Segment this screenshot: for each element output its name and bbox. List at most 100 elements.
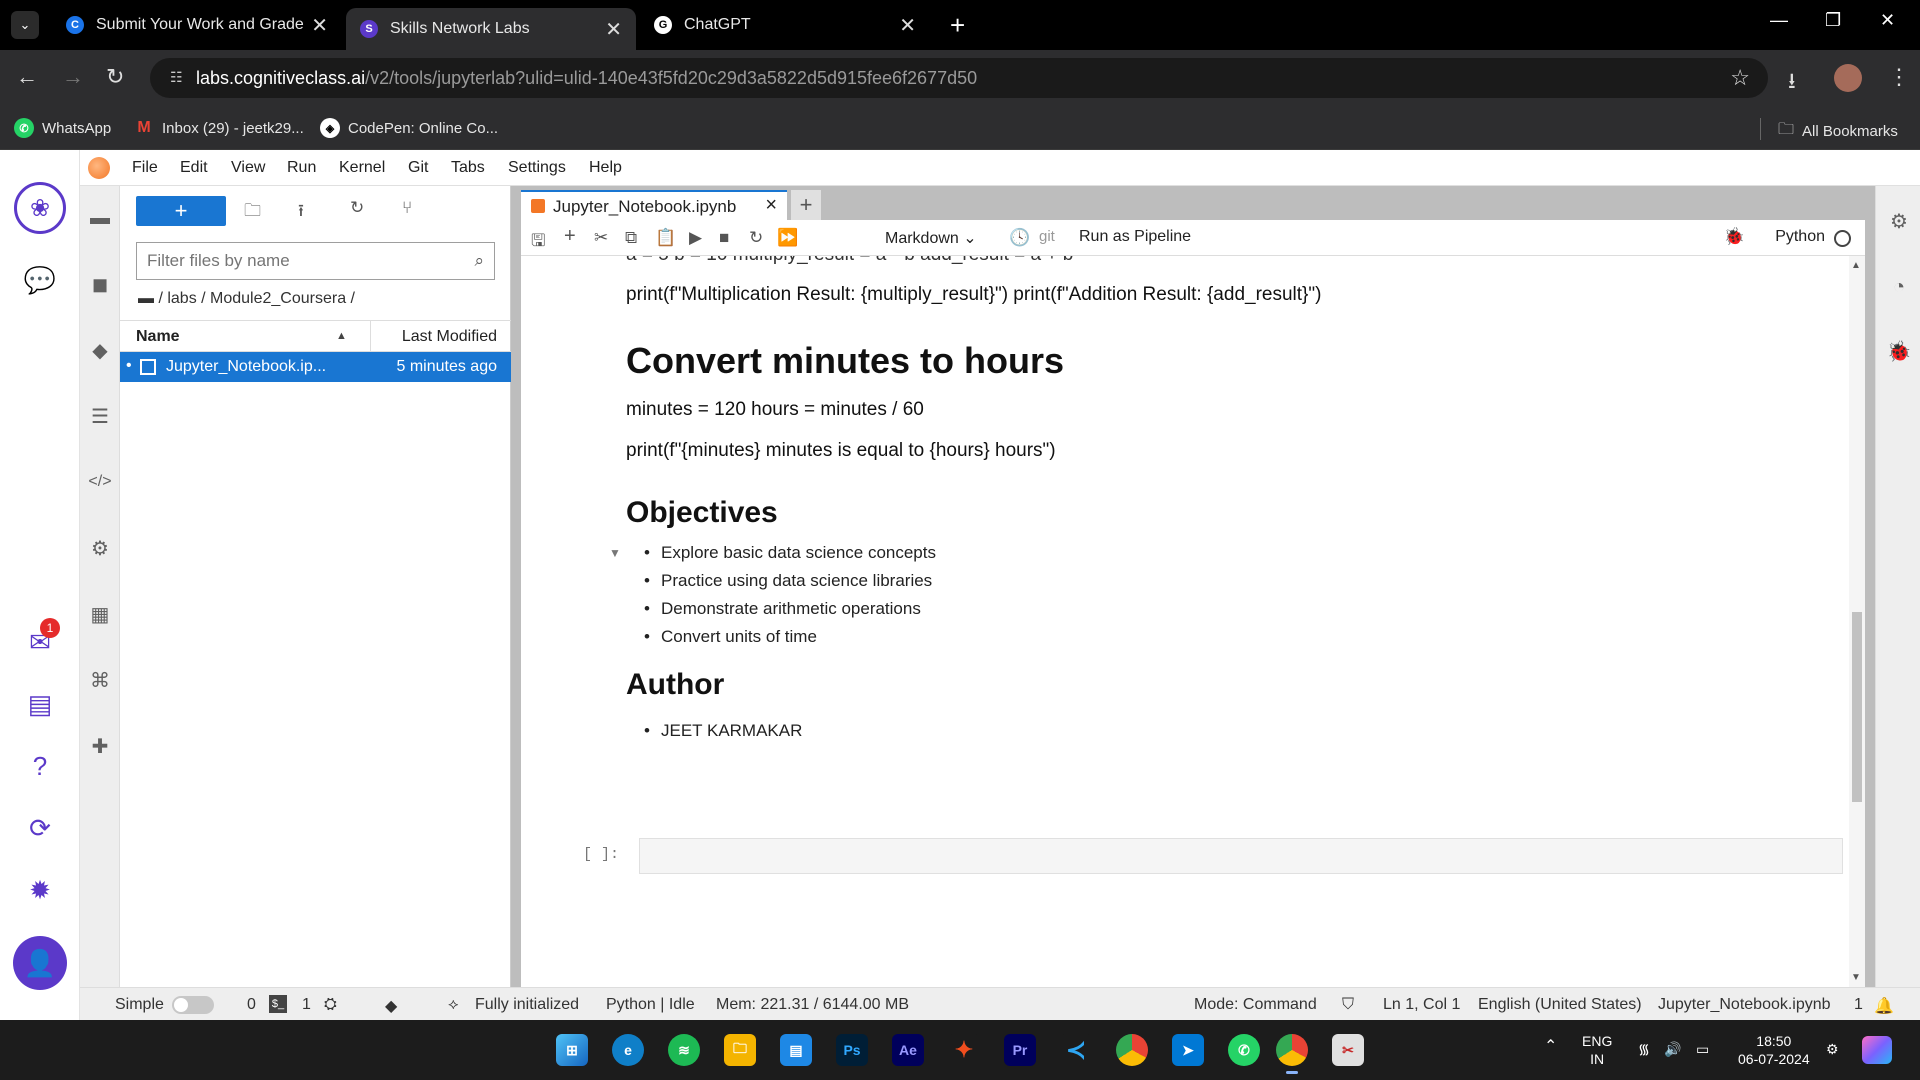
git-status-icon[interactable]: ◆ <box>385 996 397 1016</box>
notebook-tab[interactable]: Jupyter_Notebook.ipynb × <box>521 190 787 220</box>
windows-start-icon[interactable]: ⊞ <box>556 1034 588 1066</box>
git-clone-icon[interactable]: ⑂ <box>402 198 412 218</box>
extension-manager-puzzle-icon[interactable]: ✚ <box>80 726 120 766</box>
all-bookmarks[interactable]: 🗀 All Bookmarks <box>1778 118 1898 145</box>
save-icon[interactable]: 🖫 <box>531 228 545 257</box>
spotify-icon[interactable]: ≋ <box>668 1034 700 1066</box>
notebook-content[interactable]: a = 5 b = 10 multiply_result = a * b add… <box>521 256 1865 987</box>
insert-cell-icon[interactable]: + <box>564 225 576 248</box>
close-window-icon[interactable]: ✕ <box>1880 10 1895 31</box>
vscode-icon[interactable]: ≺ <box>1060 1034 1092 1066</box>
close-tab-icon[interactable]: × <box>765 194 777 217</box>
git-label[interactable]: git <box>1039 228 1055 245</box>
paste-icon[interactable]: 📋 <box>655 228 676 248</box>
data-viewer-icon[interactable]: ▦ <box>80 594 120 634</box>
menu-git[interactable]: Git <box>408 159 428 177</box>
terminal-icon[interactable]: $_ <box>269 995 287 1013</box>
breadcrumb-path[interactable]: / labs / Module2_Coursera / <box>158 290 355 307</box>
kebab-menu-icon[interactable]: ⋮ <box>1888 64 1910 90</box>
clock-icon[interactable]: 🕓 <box>1009 228 1030 248</box>
bookmark-whatsapp[interactable]: ✆ WhatsApp <box>14 118 111 138</box>
run-icon[interactable]: ▶ <box>689 228 702 248</box>
menu-kernel[interactable]: Kernel <box>339 159 385 177</box>
kernel-name[interactable]: Python <box>1775 228 1825 246</box>
new-launcher-button[interactable]: + <box>136 196 226 226</box>
notebook-scrollbar[interactable]: ▲ ▼ <box>1849 256 1865 987</box>
resource-gauge-icon[interactable]: ◔ <box>1884 272 1914 302</box>
kernel-chip-icon[interactable]: ⛭ <box>324 996 337 1014</box>
new-folder-icon[interactable]: 🗀 <box>244 198 261 227</box>
column-last-modified[interactable]: Last Modified <box>402 328 497 346</box>
copilot-icon[interactable] <box>1862 1036 1892 1064</box>
browser-tab-skills-network[interactable]: S Skills Network Labs ✕ <box>346 8 636 50</box>
copy-icon[interactable]: ⧉ <box>625 228 637 248</box>
sort-ascending-icon[interactable]: ▲ <box>336 330 347 342</box>
table-of-contents-icon[interactable]: ☰ <box>80 396 120 436</box>
empty-code-cell[interactable] <box>639 838 1843 874</box>
bell-icon[interactable]: 🔔 <box>1874 996 1894 1016</box>
scroll-down-icon[interactable]: ▼ <box>1851 972 1861 983</box>
collapse-caret-icon[interactable]: ▼ <box>609 546 621 560</box>
property-inspector-gears-icon[interactable]: ⚙ <box>1884 206 1914 236</box>
skills-network-logo-icon[interactable]: ❀ <box>14 182 66 234</box>
inbox-icon[interactable]: ✉ 1 <box>20 618 60 662</box>
code-snippets-icon[interactable]: </> <box>80 462 120 502</box>
running-kernels-icon[interactable]: ◼ <box>80 264 120 304</box>
snipping-tool-icon[interactable]: ✂ <box>1332 1034 1364 1066</box>
reload-icon[interactable]: ↻ <box>106 64 124 90</box>
user-avatar-icon[interactable]: 👤 <box>13 936 67 990</box>
chrome-icon[interactable] <box>1116 1034 1148 1066</box>
send-app-icon[interactable]: ➤ <box>1172 1034 1204 1066</box>
profile-avatar[interactable] <box>1834 64 1862 92</box>
chat-assistant-icon[interactable]: 💬 <box>20 260 60 300</box>
instructions-icon[interactable]: ▤ <box>20 684 60 724</box>
scroll-up-icon[interactable]: ▲ <box>1851 260 1861 271</box>
run-all-icon[interactable]: ⏩ <box>777 228 798 248</box>
cell-type-select[interactable]: Markdown ⌄ <box>885 228 977 248</box>
bookmark-star-icon[interactable]: ☆ <box>1730 65 1750 91</box>
debugger-bug-icon[interactable]: 🐞 <box>1724 227 1745 247</box>
sync-icon[interactable]: ⟳ <box>20 808 60 848</box>
language-indicator[interactable]: ENG IN <box>1582 1032 1612 1068</box>
stop-icon[interactable]: ■ <box>719 228 729 248</box>
store-icon[interactable]: ▤ <box>780 1034 812 1066</box>
browser-tab-chatgpt[interactable]: G ChatGPT ✕ <box>640 8 930 42</box>
terminal-count[interactable]: 0 <box>247 996 256 1014</box>
minimize-icon[interactable]: — <box>1770 10 1788 31</box>
close-tab-icon[interactable]: ✕ <box>899 13 916 38</box>
help-icon[interactable]: ? <box>20 746 60 786</box>
photoshop-icon[interactable]: Ps <box>836 1034 868 1066</box>
clock[interactable]: 18:50 06-07-2024 <box>1738 1032 1810 1068</box>
file-row-notebook[interactable]: • Jupyter_Notebook.ip... 5 minutes ago <box>120 352 511 382</box>
menu-run[interactable]: Run <box>287 159 316 177</box>
whatsapp-icon[interactable]: ✆ <box>1228 1034 1260 1066</box>
file-filter-field[interactable]: ⌕ <box>136 242 495 280</box>
back-arrow-icon[interactable]: ← <box>16 64 38 90</box>
after-effects-icon[interactable]: Ae <box>892 1034 924 1066</box>
refresh-icon[interactable]: ↻ <box>350 198 364 218</box>
cursor-position[interactable]: Ln 1, Col 1 <box>1383 996 1460 1014</box>
column-name[interactable]: Name <box>136 328 180 346</box>
close-tab-icon[interactable]: ✕ <box>605 17 622 42</box>
volume-icon[interactable]: 🔊 <box>1664 1040 1681 1058</box>
kernel-count[interactable]: 1 <box>302 996 311 1014</box>
debugger-bug-icon[interactable]: 🐞 <box>1884 336 1914 366</box>
menu-edit[interactable]: Edit <box>180 159 208 177</box>
theme-sun-icon[interactable]: ✹ <box>20 870 60 910</box>
lsp-status-icon[interactable]: ⟡ <box>448 996 459 1014</box>
bookmark-gmail[interactable]: M Inbox (29) - jeetk29... <box>134 118 303 138</box>
simple-mode-toggle[interactable] <box>172 996 214 1014</box>
chrome-active-icon[interactable] <box>1276 1034 1308 1074</box>
menu-file[interactable]: File <box>132 159 158 177</box>
lsp-status[interactable]: Fully initialized <box>475 996 579 1014</box>
notification-count[interactable]: 1 <box>1854 996 1863 1014</box>
close-tab-icon[interactable]: ✕ <box>311 13 328 38</box>
edge-icon[interactable]: e <box>612 1034 644 1066</box>
settings-gear-icon[interactable]: ⚙ <box>1826 1040 1839 1058</box>
property-inspector-icon[interactable]: ⚙ <box>80 528 120 568</box>
figma-icon[interactable]: ✦ <box>948 1034 980 1066</box>
git-icon[interactable]: ◆ <box>80 330 120 370</box>
url-text[interactable]: labs.cognitiveclass.ai/v2/tools/jupyterl… <box>196 68 977 89</box>
run-as-pipeline-button[interactable]: Run as Pipeline <box>1079 228 1191 246</box>
forward-arrow-icon[interactable]: → <box>62 64 84 90</box>
